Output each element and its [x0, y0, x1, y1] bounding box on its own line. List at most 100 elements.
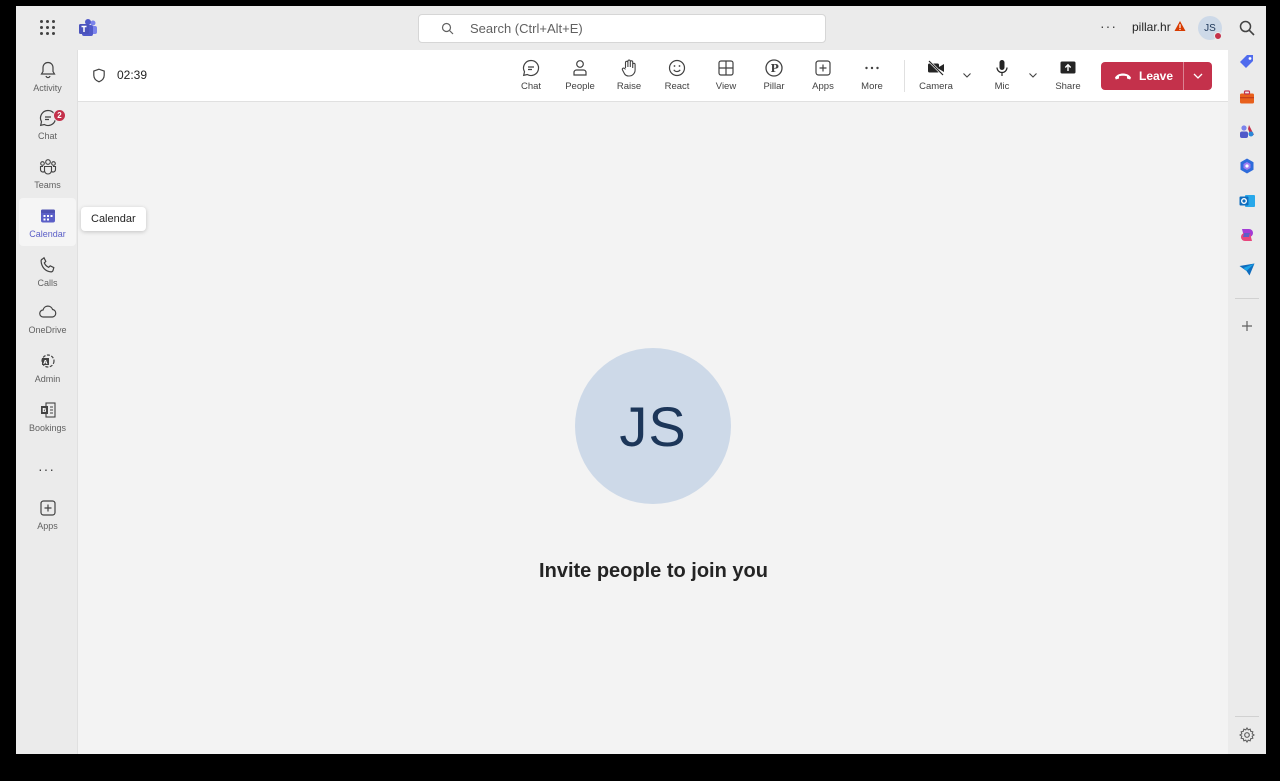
calendar-tooltip: Calendar	[81, 207, 146, 231]
tag-app-icon[interactable]	[1238, 53, 1256, 71]
leave-button-group: Leave	[1101, 62, 1212, 90]
left-app-rail: Activity Chat 2 Teams Calendar Calls One…	[16, 50, 77, 754]
rail-label: Activity	[33, 82, 62, 93]
admin-icon: A	[40, 353, 55, 368]
rail-item-chat[interactable]: Chat 2	[19, 100, 76, 148]
add-apps-icon	[39, 499, 56, 516]
share-screen-icon	[1060, 61, 1076, 74]
teams-window: Search (Ctrl+Alt+E) ··· pillar.hr JS Act…	[16, 6, 1266, 754]
apps-label: Apps	[812, 81, 834, 92]
more-button[interactable]: More	[848, 58, 896, 98]
camera-options-chevron-icon[interactable]	[962, 70, 972, 80]
settings-more-icon[interactable]: ···	[1100, 18, 1117, 34]
pillar-app-button[interactable]: P Pillar	[750, 58, 798, 98]
people-app-icon[interactable]	[1238, 122, 1256, 140]
phone-icon	[40, 256, 55, 272]
microphone-icon	[996, 60, 1008, 76]
chat-icon	[522, 59, 540, 77]
rail-item-onedrive[interactable]: OneDrive	[19, 294, 76, 342]
camera-button[interactable]: Camera	[912, 58, 960, 98]
more-dots-icon	[865, 66, 879, 70]
presence-status-icon	[1214, 32, 1222, 40]
rail-item-apps[interactable]: Apps	[19, 490, 76, 538]
invite-message: Invite people to join you	[539, 560, 768, 582]
raise-label: Raise	[616, 81, 642, 92]
search-bar[interactable]: Search (Ctrl+Alt+E)	[418, 14, 826, 43]
unread-badge: 2	[53, 109, 66, 122]
apps-button[interactable]: Apps	[799, 58, 847, 98]
rail-label: Calendar	[29, 228, 66, 239]
bookings-icon: B	[40, 401, 56, 418]
camera-label: Camera	[919, 81, 953, 92]
org-name[interactable]: pillar.hr	[1132, 20, 1171, 34]
leave-options-button[interactable]	[1184, 62, 1212, 90]
pillar-label: Pillar	[763, 81, 785, 92]
teams-logo-icon	[79, 19, 97, 36]
rail-label: Calls	[37, 277, 58, 288]
search-icon	[441, 22, 454, 35]
mic-label: Mic	[994, 81, 1010, 92]
rail-item-admin[interactable]: A Admin	[19, 343, 76, 391]
meeting-toolbar: 02:39 Chat People Raise React View P Pil…	[78, 50, 1229, 102]
bell-icon	[39, 61, 56, 78]
gear-icon[interactable]	[1238, 726, 1256, 744]
rail-item-activity[interactable]: Activity	[19, 52, 76, 100]
shield-icon[interactable]	[92, 68, 106, 83]
teams-icon	[39, 158, 56, 175]
outlook-icon[interactable]	[1238, 192, 1256, 210]
more-label: More	[861, 81, 883, 92]
rail-item-calls[interactable]: Calls	[19, 247, 76, 295]
copilot-icon[interactable]	[1238, 226, 1256, 244]
rail-label: OneDrive	[28, 324, 67, 335]
hang-up-icon	[1115, 73, 1131, 80]
meeting-stage: 02:39 Chat People Raise React View P Pil…	[77, 50, 1229, 754]
rail-item-teams[interactable]: Teams	[19, 149, 76, 197]
toolbox-app-icon[interactable]	[1238, 88, 1256, 106]
mic-options-chevron-icon[interactable]	[1028, 70, 1038, 80]
mic-button[interactable]: Mic	[978, 58, 1026, 98]
search-icon[interactable]	[1238, 19, 1256, 37]
app-bar-divider	[1235, 298, 1259, 299]
rail-label: Teams	[34, 179, 61, 190]
right-app-bar	[1228, 6, 1266, 754]
rail-label: Chat	[37, 130, 57, 141]
react-label: React	[664, 81, 690, 92]
share-button[interactable]: Share	[1044, 58, 1092, 98]
title-bar: Search (Ctrl+Alt+E) ··· pillar.hr JS	[16, 6, 1228, 50]
svg-text:P: P	[771, 62, 779, 75]
raise-hand-button[interactable]: Raise	[605, 58, 653, 98]
smiley-icon	[668, 59, 686, 77]
pillar-icon: P	[765, 59, 783, 77]
view-button[interactable]: View	[702, 58, 750, 98]
svg-text:B: B	[42, 408, 46, 414]
hand-icon	[621, 59, 636, 77]
app-bar-divider	[1235, 716, 1259, 717]
svg-text:A: A	[43, 359, 48, 365]
rail-label: Apps	[37, 520, 58, 531]
calendar-icon	[40, 209, 55, 222]
chat-button[interactable]: Chat	[507, 58, 555, 98]
add-apps-icon	[815, 60, 831, 76]
view-label: View	[715, 81, 737, 92]
people-label: People	[565, 81, 595, 92]
loop-app-icon[interactable]	[1238, 157, 1256, 175]
rail-item-calendar[interactable]: Calendar	[19, 198, 76, 246]
react-button[interactable]: React	[653, 58, 701, 98]
more-apps-icon[interactable]: ···	[38, 461, 55, 477]
add-app-icon[interactable]	[1238, 317, 1256, 335]
rail-item-bookings[interactable]: B Bookings	[19, 392, 76, 440]
rail-label: Bookings	[28, 422, 67, 433]
toolbar-divider	[904, 60, 905, 92]
chevron-down-icon	[1193, 73, 1203, 79]
person-icon	[573, 60, 587, 76]
leave-button[interactable]: Leave	[1101, 62, 1183, 90]
leave-label: Leave	[1139, 69, 1174, 83]
rail-label: Admin	[34, 373, 61, 384]
warning-icon[interactable]	[1174, 20, 1186, 32]
chat-label: Chat	[520, 81, 542, 92]
people-button[interactable]: People	[556, 58, 604, 98]
camera-off-icon	[928, 60, 944, 76]
viva-icon[interactable]	[1238, 261, 1256, 279]
grid-view-icon	[718, 60, 734, 76]
app-launcher-icon[interactable]	[40, 20, 56, 36]
